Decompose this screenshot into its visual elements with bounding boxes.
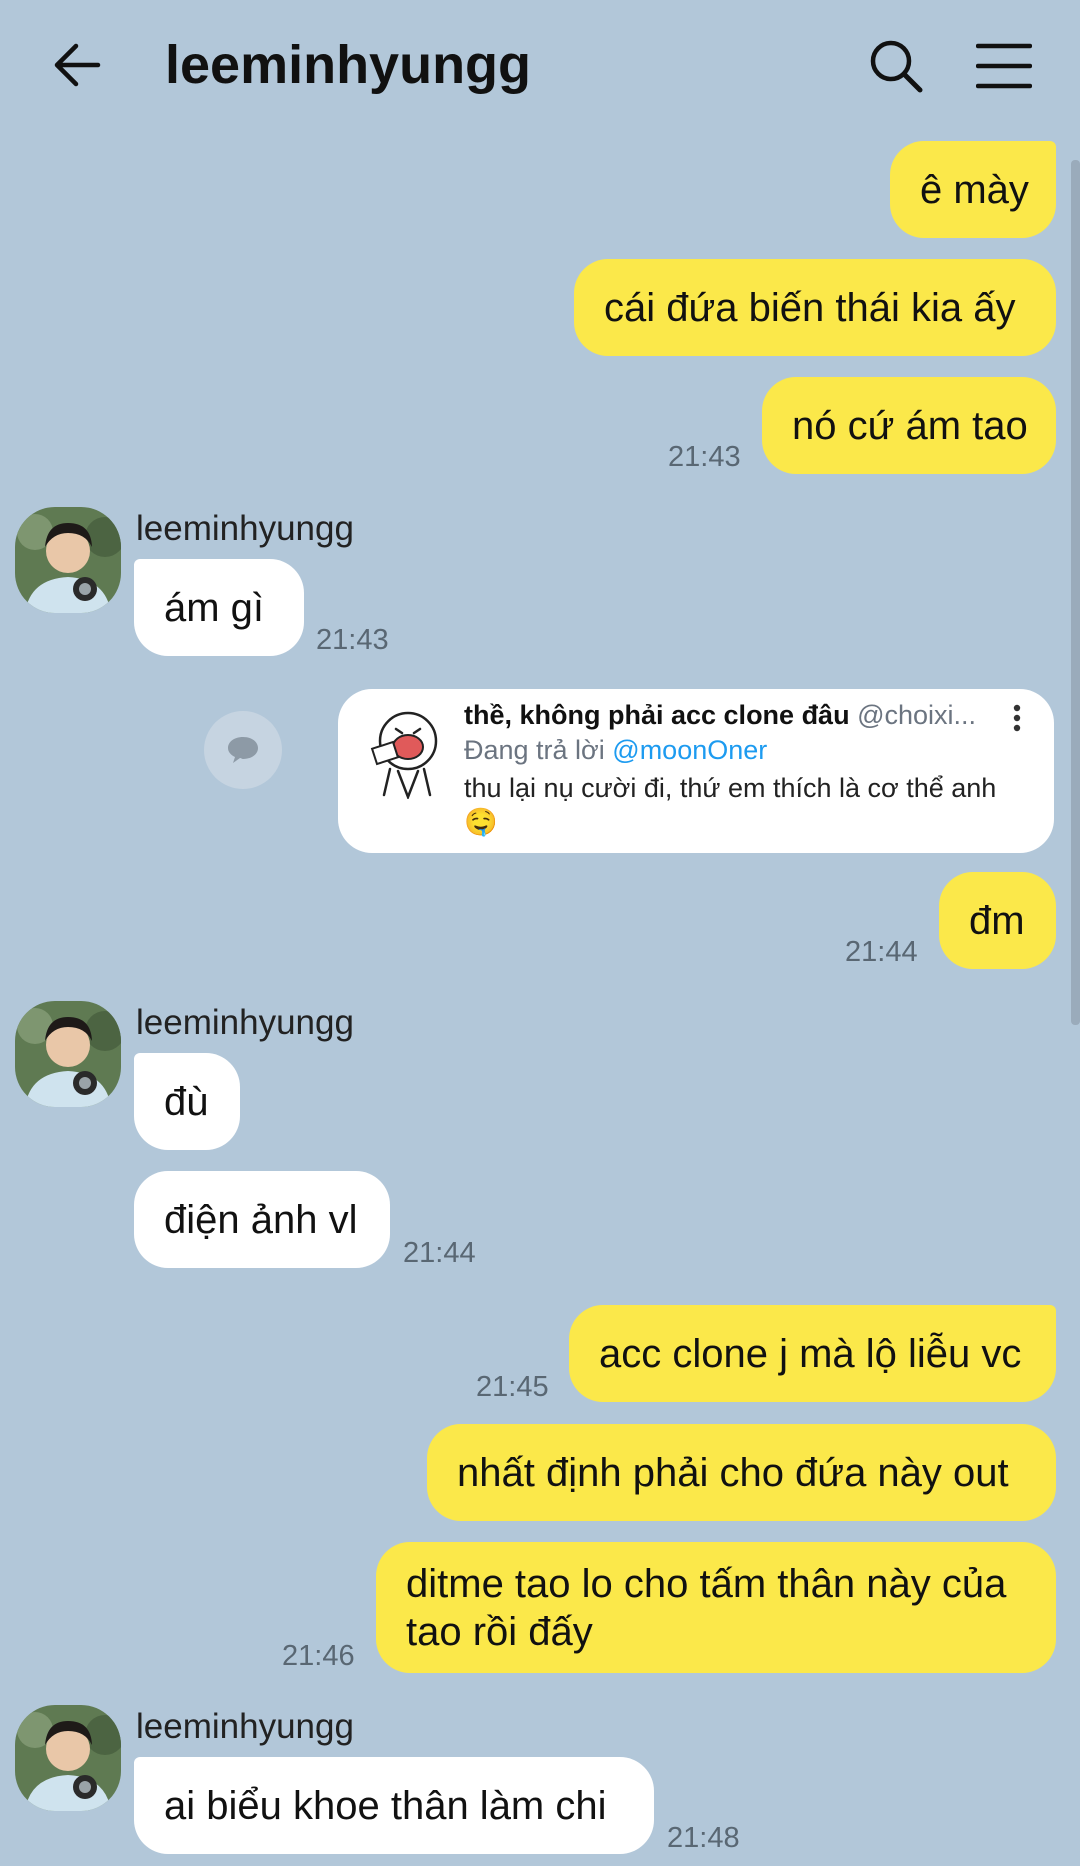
message-timestamp: 21:45 — [476, 1371, 549, 1403]
avatar-photo-icon — [15, 1705, 121, 1811]
message-incoming[interactable]: điện ảnh vl — [134, 1171, 390, 1268]
message-outgoing[interactable]: acc clone j mà lộ liễu vc — [569, 1305, 1056, 1402]
message-timestamp: 21:46 — [282, 1640, 355, 1672]
message-incoming[interactable]: ám gì — [134, 559, 304, 656]
avatar-photo-icon — [15, 507, 121, 613]
speech-bubble-icon — [228, 737, 258, 763]
shared-post-card[interactable]: thề, không phải acc clone đâu @choixi...… — [338, 689, 1054, 853]
avatar[interactable] — [15, 1001, 121, 1107]
sender-name: leeminhyungg — [136, 509, 354, 548]
drooling-emoji: 🤤 — [464, 807, 498, 837]
avatar-photo-icon — [15, 1001, 121, 1107]
sender-name: leeminhyungg — [136, 1707, 354, 1746]
more-options-icon[interactable] — [1012, 703, 1022, 733]
message-timestamp: 21:44 — [403, 1237, 476, 1269]
post-text: thu lại nụ cười đi, thứ em thích là cơ t… — [464, 773, 997, 837]
message-outgoing[interactable]: cái đứa biến thái kia ấy — [574, 259, 1056, 356]
avatar[interactable] — [15, 1705, 121, 1811]
mention-link[interactable]: @moonOner — [612, 735, 767, 765]
menu-icon[interactable] — [976, 42, 1032, 90]
message-outgoing[interactable]: nó cứ ám tao — [762, 377, 1056, 474]
message-outgoing[interactable]: đm — [939, 872, 1056, 969]
chat-header: leeminhyungg — [0, 0, 1080, 135]
sender-name: leeminhyungg — [136, 1003, 354, 1042]
search-icon[interactable] — [868, 38, 924, 94]
back-arrow-icon[interactable] — [52, 40, 102, 90]
sticker-avatar-icon — [370, 711, 438, 799]
share-button[interactable] — [204, 711, 282, 789]
scrollbar[interactable] — [1071, 160, 1080, 1025]
chat-title: leeminhyungg — [165, 35, 532, 95]
message-outgoing[interactable]: ê mày — [890, 141, 1056, 238]
post-reply-line: Đang trả lời @moonOner — [464, 735, 768, 765]
message-timestamp: 21:48 — [667, 1822, 740, 1854]
message-incoming[interactable]: ai biểu khoe thân làm chi — [134, 1757, 654, 1854]
post-author: thề, không phải acc clone đâu @choixi... — [464, 700, 977, 730]
message-timestamp: 21:43 — [316, 624, 389, 656]
avatar[interactable] — [15, 507, 121, 613]
message-incoming[interactable]: đù — [134, 1053, 240, 1150]
message-timestamp: 21:43 — [668, 441, 741, 473]
message-outgoing[interactable]: nhất định phải cho đứa này out — [427, 1424, 1056, 1521]
message-outgoing[interactable]: ditme tao lo cho tấm thân này của tao rồ… — [376, 1542, 1056, 1673]
message-timestamp: 21:44 — [845, 936, 918, 968]
